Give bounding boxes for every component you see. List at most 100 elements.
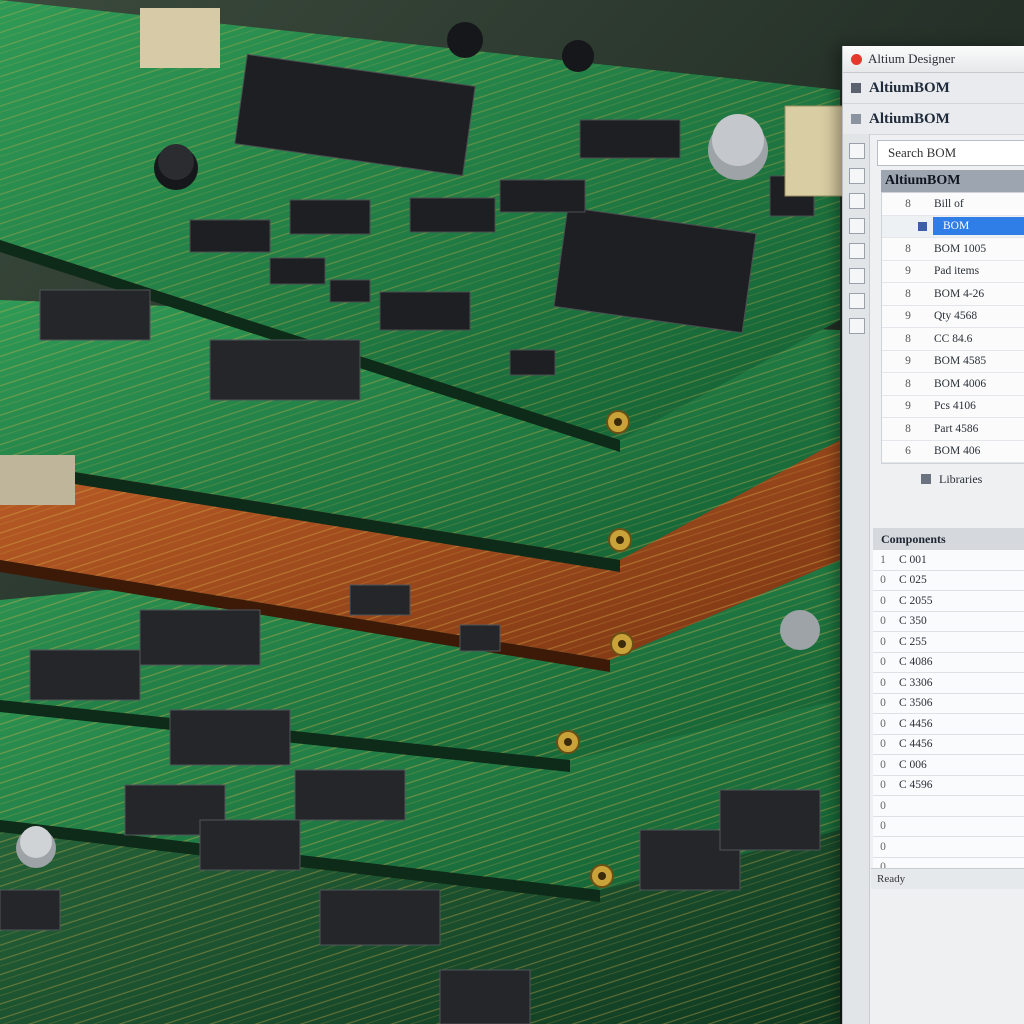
bom-header: AltiumBOM	[881, 170, 1024, 192]
list-item[interactable]: 0 C 4456	[873, 714, 1024, 735]
toolbar-row-1[interactable]: AltiumBOM	[843, 73, 1024, 104]
list-item-label: C 4596	[899, 779, 933, 792]
list-item[interactable]: 0 C 4086	[873, 652, 1024, 673]
list-item-label: C 025	[899, 574, 927, 587]
toolbar-row-2[interactable]: AltiumBOM	[843, 104, 1024, 135]
list-item-index: 0	[880, 738, 886, 751]
list-icon[interactable]	[849, 293, 865, 309]
layers-icon[interactable]	[849, 318, 865, 334]
list-item-label: C 3306	[899, 676, 933, 689]
tree-row[interactable]: BOM	[882, 215, 1024, 238]
tree-row[interactable]: 9 BOM 4585	[882, 351, 1024, 373]
tree-row[interactable]: 9 Qty 4568	[882, 306, 1024, 328]
grid-icon	[851, 83, 861, 93]
list-item[interactable]: 0 C 3506	[873, 693, 1024, 714]
tree-row[interactable]: 8 Bill of	[882, 193, 1024, 216]
tree-row-label: Bill of	[934, 197, 964, 210]
list-item-index: 0	[880, 697, 886, 710]
window-title: Altium Designer	[868, 51, 956, 66]
tree-row[interactable]: 8 BOM 4006	[882, 373, 1024, 396]
list-item[interactable]: 0 C 255	[873, 632, 1024, 653]
tree-row-label: BOM 406	[934, 445, 981, 458]
list-item-label: C 4456	[899, 717, 933, 730]
tree-row-label: BOM 1005	[934, 242, 987, 255]
list-item-index: 0	[880, 635, 886, 648]
list-item-index: 0	[880, 676, 886, 689]
list-item-index: 0	[880, 820, 886, 833]
title-bar[interactable]: Altium Designer	[843, 46, 1024, 73]
list-item-label: C 350	[899, 615, 927, 628]
tree-row-index: 8	[905, 242, 911, 255]
left-tool-rail	[843, 134, 870, 1024]
list-item[interactable]: 0	[873, 837, 1024, 858]
list-item-label: C 4456	[899, 738, 933, 751]
tree-row-label: Pcs 4106	[934, 400, 976, 413]
group-header[interactable]: Libraries	[881, 468, 1024, 490]
list-item[interactable]: 0 C 4596	[873, 775, 1024, 796]
list-item-index: 0	[880, 758, 886, 771]
arrow-up-icon[interactable]	[849, 193, 865, 209]
list-item-index: 0	[880, 594, 886, 607]
tree-row-label: BOM 4585	[934, 355, 987, 368]
tree-row-label: CC 84.6	[934, 332, 973, 345]
list-item-index: 0	[880, 574, 886, 587]
tree-row[interactable]: 8 Part 4586	[882, 418, 1024, 441]
list-item[interactable]: 0 C 350	[873, 611, 1024, 632]
list-item[interactable]: 0	[873, 816, 1024, 837]
tree-row-index: 8	[905, 422, 911, 435]
status-bar: Ready	[871, 868, 1024, 889]
list-item-label: C 006	[899, 758, 927, 771]
folder-icon	[921, 474, 931, 484]
list-item-label: C 3506	[899, 697, 933, 710]
list-item-label: C 4086	[899, 656, 933, 669]
select-tool-icon[interactable]	[849, 143, 865, 159]
tree-row[interactable]: 8 BOM 1005	[882, 238, 1024, 261]
list-item[interactable]: 1 C 001	[873, 550, 1024, 571]
list-item-index: 0	[880, 779, 886, 792]
tree-row[interactable]: 8 CC 84.6	[882, 328, 1024, 351]
document-icon	[851, 114, 861, 124]
tree-row[interactable]: 9 Pad items	[882, 261, 1024, 283]
app-logo-icon	[851, 53, 862, 65]
tree-row-label: Pad items	[934, 265, 980, 278]
tree-row-label: Qty 4568	[934, 310, 978, 323]
list-item[interactable]: 0 C 4456	[873, 734, 1024, 755]
components-list: Components 1 C 001 0 C 025 0 C 2055 0 C 350 0 C 2…	[873, 528, 1024, 878]
tree-row[interactable]: 9 Pcs 4106	[882, 396, 1024, 418]
list-item[interactable]: 0	[873, 796, 1024, 817]
tree-row-index: 9	[905, 310, 911, 323]
tree-row-label: BOM	[933, 217, 1024, 236]
tree-row-index: 8	[905, 287, 911, 300]
tree-row-index: 8	[905, 197, 911, 210]
tree-row[interactable]: 8 BOM 4-26	[882, 283, 1024, 306]
components-list-header: Components	[873, 528, 1024, 550]
list-item-index: 0	[880, 840, 886, 853]
bom-tree: 8 Bill of BOM 8 BOM 1005 9 Pad items 8 BOM 4-26 9…	[881, 192, 1024, 464]
list-item-label: C 255	[899, 635, 927, 648]
pencil-icon[interactable]	[849, 218, 865, 234]
list-item[interactable]: 0 C 2055	[873, 591, 1024, 612]
list-item-label: C 001	[899, 553, 927, 566]
tree-row-index: 9	[905, 355, 911, 368]
tree-row[interactable]: 6 BOM 406	[882, 441, 1024, 463]
tree-row-index: 9	[905, 400, 911, 413]
list-item[interactable]: 0 C 3306	[873, 673, 1024, 694]
list-item[interactable]: 0 C 006	[873, 755, 1024, 776]
toolbar-row-2-label: AltiumBOM	[869, 110, 950, 127]
selected-marker-icon	[918, 221, 927, 231]
tree-row-index: 9	[905, 265, 911, 278]
tree-row-label: BOM 4-26	[934, 287, 985, 300]
list-item[interactable]: 0 C 025	[873, 570, 1024, 591]
group-header-label: Libraries	[939, 471, 983, 486]
check-icon[interactable]	[849, 168, 865, 184]
search-input[interactable]: Search BOM	[877, 140, 1024, 166]
tree-row-index: 8	[905, 377, 911, 390]
toolbar-row-1-label: AltiumBOM	[869, 79, 950, 96]
filter-icon[interactable]	[849, 243, 865, 259]
tree-row-index: 8	[905, 332, 911, 345]
list-item-index: 0	[880, 799, 886, 812]
list-item-label: C 2055	[899, 594, 933, 607]
box-icon[interactable]	[849, 268, 865, 284]
tree-row-index: 6	[905, 445, 911, 458]
tree-row-label: Part 4586	[934, 422, 979, 435]
